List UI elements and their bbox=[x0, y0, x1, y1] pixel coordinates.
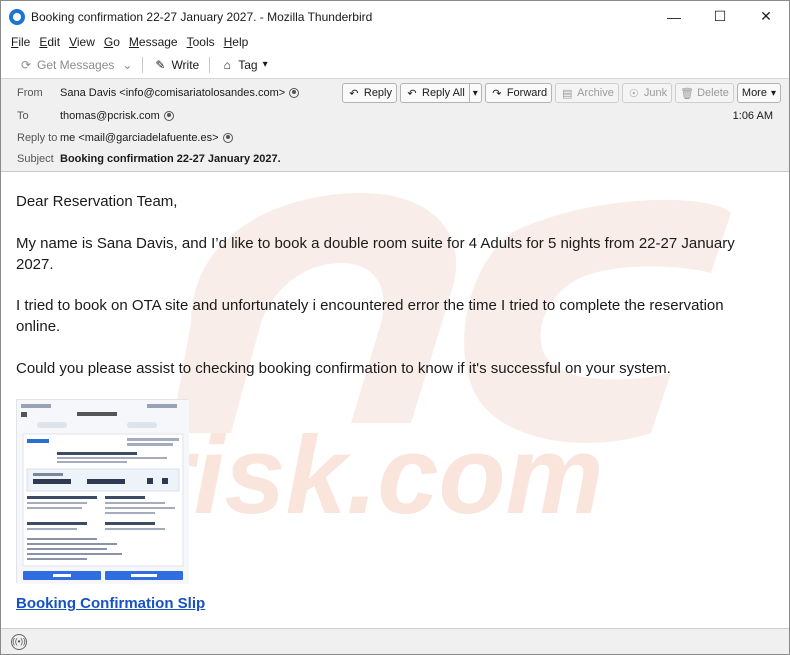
toolbar-divider bbox=[142, 56, 144, 73]
svg-text:risk.com: risk.com bbox=[151, 414, 603, 537]
trash-icon: 🗑 bbox=[680, 87, 695, 100]
window-controls: — ☐ ✕ bbox=[651, 1, 789, 32]
chevron-down-icon: ⌄ bbox=[122, 57, 133, 72]
message-body: risk.com Dear Reservation Team, My name … bbox=[1, 173, 789, 627]
menu-go[interactable]: Go bbox=[104, 35, 120, 49]
from-value[interactable]: Sana Davis <info@comisariatolosandes.com… bbox=[60, 87, 300, 99]
toolbar-divider bbox=[209, 56, 211, 73]
reply-all-button[interactable]: ↶ Reply All bbox=[400, 83, 470, 103]
menu-file[interactable]: File bbox=[11, 35, 30, 49]
reply-to-label: Reply to bbox=[17, 132, 58, 144]
get-messages-button[interactable]: ⟳ Get Messages bbox=[15, 54, 118, 76]
forward-icon: ↷ bbox=[492, 87, 502, 100]
chevron-down-icon: ▾ bbox=[472, 87, 478, 99]
archive-icon: ▤ bbox=[561, 87, 573, 100]
to-label: To bbox=[17, 110, 29, 122]
thunderbird-logo-icon bbox=[9, 8, 25, 25]
menu-message[interactable]: Message bbox=[129, 35, 178, 49]
title-bar: Booking confirmation 22-27 January 2027.… bbox=[1, 1, 789, 32]
window-title: Booking confirmation 22-27 January 2027.… bbox=[31, 9, 373, 24]
reply-button[interactable]: ↶ Reply bbox=[341, 83, 397, 103]
maximize-button[interactable]: ☐ bbox=[697, 1, 743, 32]
from-label: From bbox=[17, 87, 43, 99]
to-row: To thomas@pcrisk.com 1:06 AM bbox=[1, 106, 789, 126]
chevron-down-icon: ▾ bbox=[770, 87, 776, 99]
add-contact-icon[interactable] bbox=[289, 88, 300, 98]
menu-tools[interactable]: Tools bbox=[187, 35, 215, 49]
body-paragraph-3: Could you please assist to checking book… bbox=[16, 360, 671, 377]
status-bar: ((•)) bbox=[1, 628, 789, 654]
chevron-down-icon: ▾ bbox=[262, 59, 268, 70]
minimize-button[interactable]: — bbox=[651, 1, 697, 32]
delete-button[interactable]: 🗑 Delete bbox=[675, 83, 734, 103]
message-header: From Sana Davis <info@comisariatolosande… bbox=[1, 78, 789, 172]
add-contact-icon[interactable] bbox=[163, 111, 174, 121]
more-button[interactable]: More ▾ bbox=[736, 83, 781, 103]
online-status-icon[interactable]: ((•)) bbox=[11, 633, 27, 650]
reply-to-value[interactable]: me <mail@garciadelafuente.es> bbox=[60, 132, 233, 144]
booking-confirmation-link[interactable]: Booking Confirmation Slip bbox=[16, 595, 205, 612]
close-button[interactable]: ✕ bbox=[743, 1, 789, 32]
reply-to-row: Reply to me <mail@garciadelafuente.es> bbox=[1, 128, 789, 148]
add-contact-icon[interactable] bbox=[222, 133, 233, 143]
body-paragraph-1: My name is Sana Davis, and I’d like to b… bbox=[16, 235, 735, 273]
get-messages-dropdown[interactable]: ⌄ bbox=[118, 54, 136, 76]
booking-screenshot-image[interactable] bbox=[16, 399, 189, 584]
menu-view[interactable]: View bbox=[69, 35, 95, 49]
junk-icon: ☉ bbox=[628, 87, 639, 100]
subject-row: Subject Booking confirmation 22-27 Janua… bbox=[1, 149, 789, 169]
subject-value: Booking confirmation 22-27 January 2027. bbox=[60, 153, 281, 165]
menu-help[interactable]: Help bbox=[224, 35, 249, 49]
reply-all-dropdown[interactable]: ▾ bbox=[469, 83, 482, 103]
greeting-text: Dear Reservation Team, bbox=[16, 193, 178, 210]
to-value[interactable]: thomas@pcrisk.com bbox=[60, 110, 174, 122]
reply-all-icon: ↶ bbox=[407, 87, 417, 100]
booking-screenshot-graphic bbox=[17, 400, 189, 584]
junk-button[interactable]: ☉ Junk bbox=[621, 83, 673, 103]
forward-button[interactable]: ↷ Forward bbox=[484, 83, 553, 103]
header-actions: ↶ Reply ↶ Reply All ▾ ↷ Forward ▤ Archiv… bbox=[339, 83, 781, 103]
pencil-icon: ✎ bbox=[155, 57, 166, 72]
subject-label: Subject bbox=[17, 153, 54, 165]
message-time: 1:06 AM bbox=[732, 110, 773, 122]
reply-icon: ↶ bbox=[349, 87, 359, 100]
menu-bar: File Edit View Go Message Tools Help bbox=[1, 32, 789, 52]
write-button[interactable]: ✎ Write bbox=[149, 54, 203, 76]
body-paragraph-2: I tried to book on OTA site and unfortun… bbox=[16, 297, 724, 335]
tag-button[interactable]: ⌂ Tag ▾ bbox=[216, 54, 271, 76]
tag-icon: ⌂ bbox=[223, 57, 231, 72]
main-toolbar: ⟳ Get Messages ⌄ ✎ Write ⌂ Tag ▾ bbox=[1, 52, 789, 77]
menu-edit[interactable]: Edit bbox=[39, 35, 60, 49]
thunderbird-window: Booking confirmation 22-27 January 2027.… bbox=[0, 0, 790, 655]
sync-icon: ⟳ bbox=[20, 57, 32, 72]
archive-button[interactable]: ▤ Archive bbox=[555, 83, 619, 103]
